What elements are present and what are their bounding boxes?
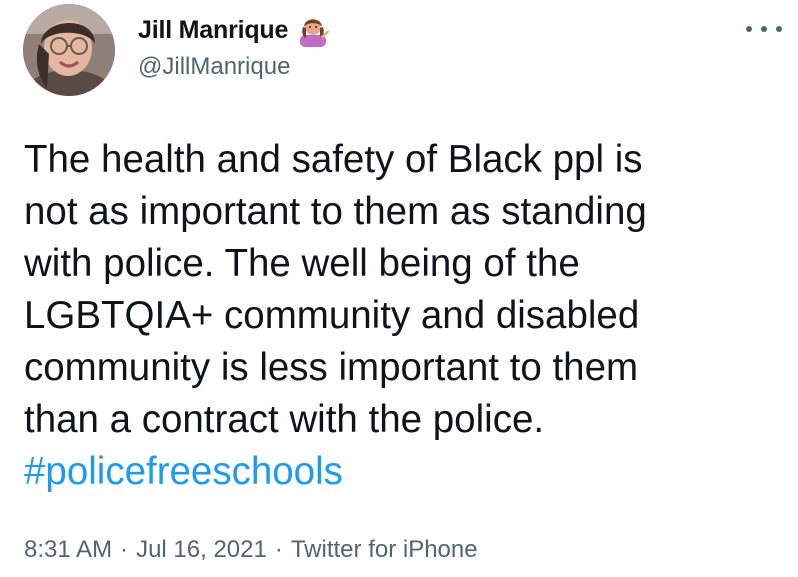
meta-separator: · xyxy=(120,536,129,563)
tweet-time: 8:31 AM xyxy=(24,536,113,563)
tweet-text: The health and safety of Black ppl is no… xyxy=(24,134,789,498)
tweet-text-line: than a contract with the police. xyxy=(24,398,545,441)
more-options-icon[interactable] xyxy=(746,19,782,39)
tweet-text-line: LGBTQIA+ community and disabled xyxy=(24,294,640,337)
dot xyxy=(776,26,782,32)
hashtag-link[interactable]: #policefreeschools xyxy=(24,446,789,498)
dot xyxy=(746,26,752,32)
display-name[interactable]: Jill Manrique xyxy=(138,16,288,45)
timestamp-link[interactable]: 8:31 AM · Jul 16, 2021 xyxy=(24,536,267,563)
tweet-text-line: The health and safety of Black ppl is xyxy=(24,138,643,181)
avatar[interactable] xyxy=(23,4,115,96)
tweet-source-link[interactable]: Twitter for iPhone xyxy=(291,536,478,563)
tweet-text-line: community is less important to them xyxy=(24,346,639,389)
tweet: Jill Manrique @JillManrique The health a… xyxy=(0,0,798,577)
author-name-row: Jill Manrique xyxy=(138,13,330,47)
tweet-text-line: with police. The well being of the xyxy=(24,242,580,285)
dot xyxy=(761,26,767,32)
tweet-meta: 8:31 AM · Jul 16, 2021 · Twitter for iPhone xyxy=(24,536,478,564)
meta-separator: · xyxy=(274,536,283,563)
tweet-text-line: not as important to them as standing xyxy=(24,190,647,233)
tweet-date: Jul 16, 2021 xyxy=(136,536,267,563)
person-tipping-hand-icon xyxy=(300,19,330,47)
author-handle[interactable]: @JillManrique xyxy=(138,53,290,81)
